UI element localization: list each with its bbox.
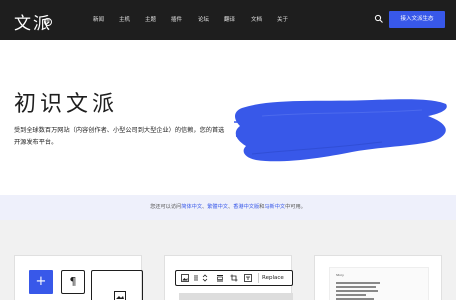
nav-item-hosting[interactable]: 主机	[119, 15, 130, 23]
toolbar-divider	[258, 273, 259, 283]
nav-item-news[interactable]: 新闻	[93, 15, 104, 23]
nav-item-forums[interactable]: 论坛	[198, 15, 209, 23]
crop-icon[interactable]	[230, 274, 238, 282]
template-preview: Story	[329, 267, 429, 300]
text-line	[336, 298, 374, 300]
site-header: 文派 ® 新闻 主机 主题 插件 论坛 翻译 文档 关于 接入文派生态	[0, 0, 456, 40]
feature-card-toolbar: Replace	[164, 255, 293, 300]
nav-item-docs[interactable]: 文档	[251, 15, 262, 23]
text-overlay-icon[interactable]	[244, 274, 252, 282]
nav-item-themes[interactable]: 主题	[145, 15, 156, 23]
link-hongkong-chinese[interactable]: 香港中文版	[233, 204, 259, 210]
image-icon	[114, 291, 126, 300]
link-simplified-chinese[interactable]: 简体中文	[181, 204, 202, 210]
template-preview-title: Story	[336, 273, 344, 277]
paragraph-block-button[interactable]: ¶	[61, 270, 85, 294]
nav-item-translate[interactable]: 翻译	[224, 15, 235, 23]
banner-prefix: 您还可以访问	[150, 204, 182, 210]
replace-button[interactable]: Replace	[262, 271, 284, 285]
add-block-button[interactable]: +	[29, 270, 53, 294]
nav-item-about[interactable]: 关于	[277, 15, 288, 23]
move-up-down-icon[interactable]	[201, 274, 209, 282]
text-line	[336, 286, 376, 288]
banner-suffix: 中可用。	[285, 204, 306, 210]
registered-badge: ®	[44, 18, 52, 26]
align-icon[interactable]	[216, 274, 224, 282]
image-block-icon[interactable]	[181, 274, 189, 282]
join-ecosystem-button[interactable]: 接入文派生态	[389, 11, 445, 28]
text-line	[336, 290, 378, 292]
drag-handle-icon[interactable]	[192, 274, 200, 282]
page-title: 初识文派	[14, 92, 119, 117]
nav-item-plugins[interactable]: 插件	[171, 15, 182, 23]
brush-stroke-illustration	[233, 99, 447, 162]
search-icon[interactable]	[374, 14, 384, 24]
block-toolbar: Replace	[175, 270, 293, 286]
text-line	[336, 282, 380, 284]
feature-card-template: Story	[314, 255, 442, 300]
link-malaysia-singapore-chinese[interactable]: 马新中文	[264, 204, 285, 210]
hero-description: 受到全球数百万网站（内容创作者、小型公司到大型企业）的信赖，您的首选开源发布平台…	[14, 127, 225, 146]
image-placeholder	[179, 293, 293, 300]
image-block[interactable]	[91, 270, 143, 300]
language-banner: 您还可以访问简体中文、繁體中文、香港中文版和马新中文中可用。	[0, 195, 456, 220]
text-line	[336, 294, 366, 296]
link-traditional-chinese[interactable]: 繁體中文	[207, 204, 228, 210]
feature-card-blocks: + ¶	[14, 255, 143, 300]
